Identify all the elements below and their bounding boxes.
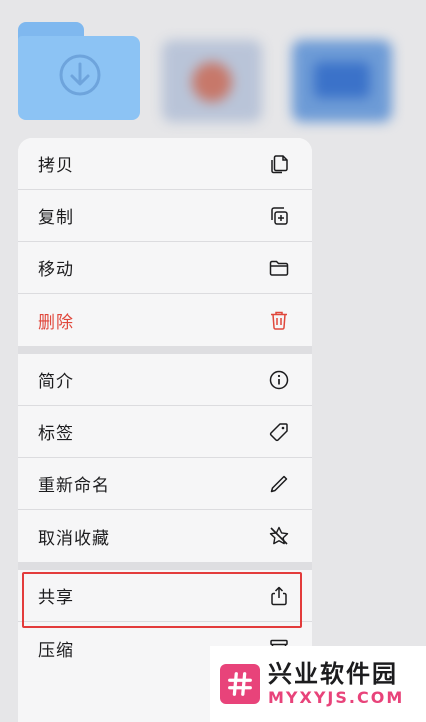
menu-item-move[interactable]: 移动	[18, 242, 312, 294]
menu-item-label: 标签	[38, 424, 74, 444]
share-icon	[268, 585, 290, 607]
menu-item-label: 简介	[38, 372, 74, 392]
menu-item-label: 取消收藏	[38, 528, 110, 549]
trash-icon	[268, 309, 290, 331]
menu-item-label: 共享	[38, 588, 74, 608]
copy-icon	[268, 153, 290, 175]
menu-item-label: 拷贝	[38, 156, 74, 176]
info-icon	[268, 369, 290, 391]
menu-item-delete[interactable]: 删除	[18, 294, 312, 346]
menu-group-separator	[18, 562, 312, 570]
menu-item-label: 删除	[38, 312, 74, 333]
menu-item-label: 复制	[38, 208, 74, 228]
pencil-icon	[268, 473, 290, 495]
menu-item-label: 压缩	[38, 640, 74, 661]
menu-item-info[interactable]: 简介	[18, 354, 312, 406]
download-icon	[59, 54, 101, 96]
duplicate-icon	[268, 205, 290, 227]
hash-logo-icon	[220, 664, 260, 704]
menu-item-label: 重新命名	[38, 476, 110, 496]
blurred-thumbnail	[162, 40, 262, 122]
star-slash-icon	[268, 525, 290, 547]
menu-item-tags[interactable]: 标签	[18, 406, 312, 458]
context-menu: 拷贝 复制 移动 删除 简介 标签 重新命名 取消收藏 共享 压缩	[18, 138, 312, 722]
menu-item-share[interactable]: 共享	[18, 570, 312, 622]
downloads-folder[interactable]	[18, 22, 140, 120]
blurred-thumbnail	[292, 40, 392, 122]
menu-item-duplicate[interactable]: 复制	[18, 190, 312, 242]
watermark-domain: MYXYJS.COM	[268, 688, 405, 707]
watermark-title: 兴业软件园	[268, 660, 398, 688]
folder-icon	[268, 257, 290, 279]
menu-item-copy[interactable]: 拷贝	[18, 138, 312, 190]
menu-item-unfavorite[interactable]: 取消收藏	[18, 510, 312, 562]
watermark: 兴业软件园 MYXYJS.COM	[210, 646, 426, 722]
menu-item-label: 移动	[38, 260, 74, 280]
menu-item-rename[interactable]: 重新命名	[18, 458, 312, 510]
menu-group-separator	[18, 346, 312, 354]
tag-icon	[268, 421, 290, 443]
